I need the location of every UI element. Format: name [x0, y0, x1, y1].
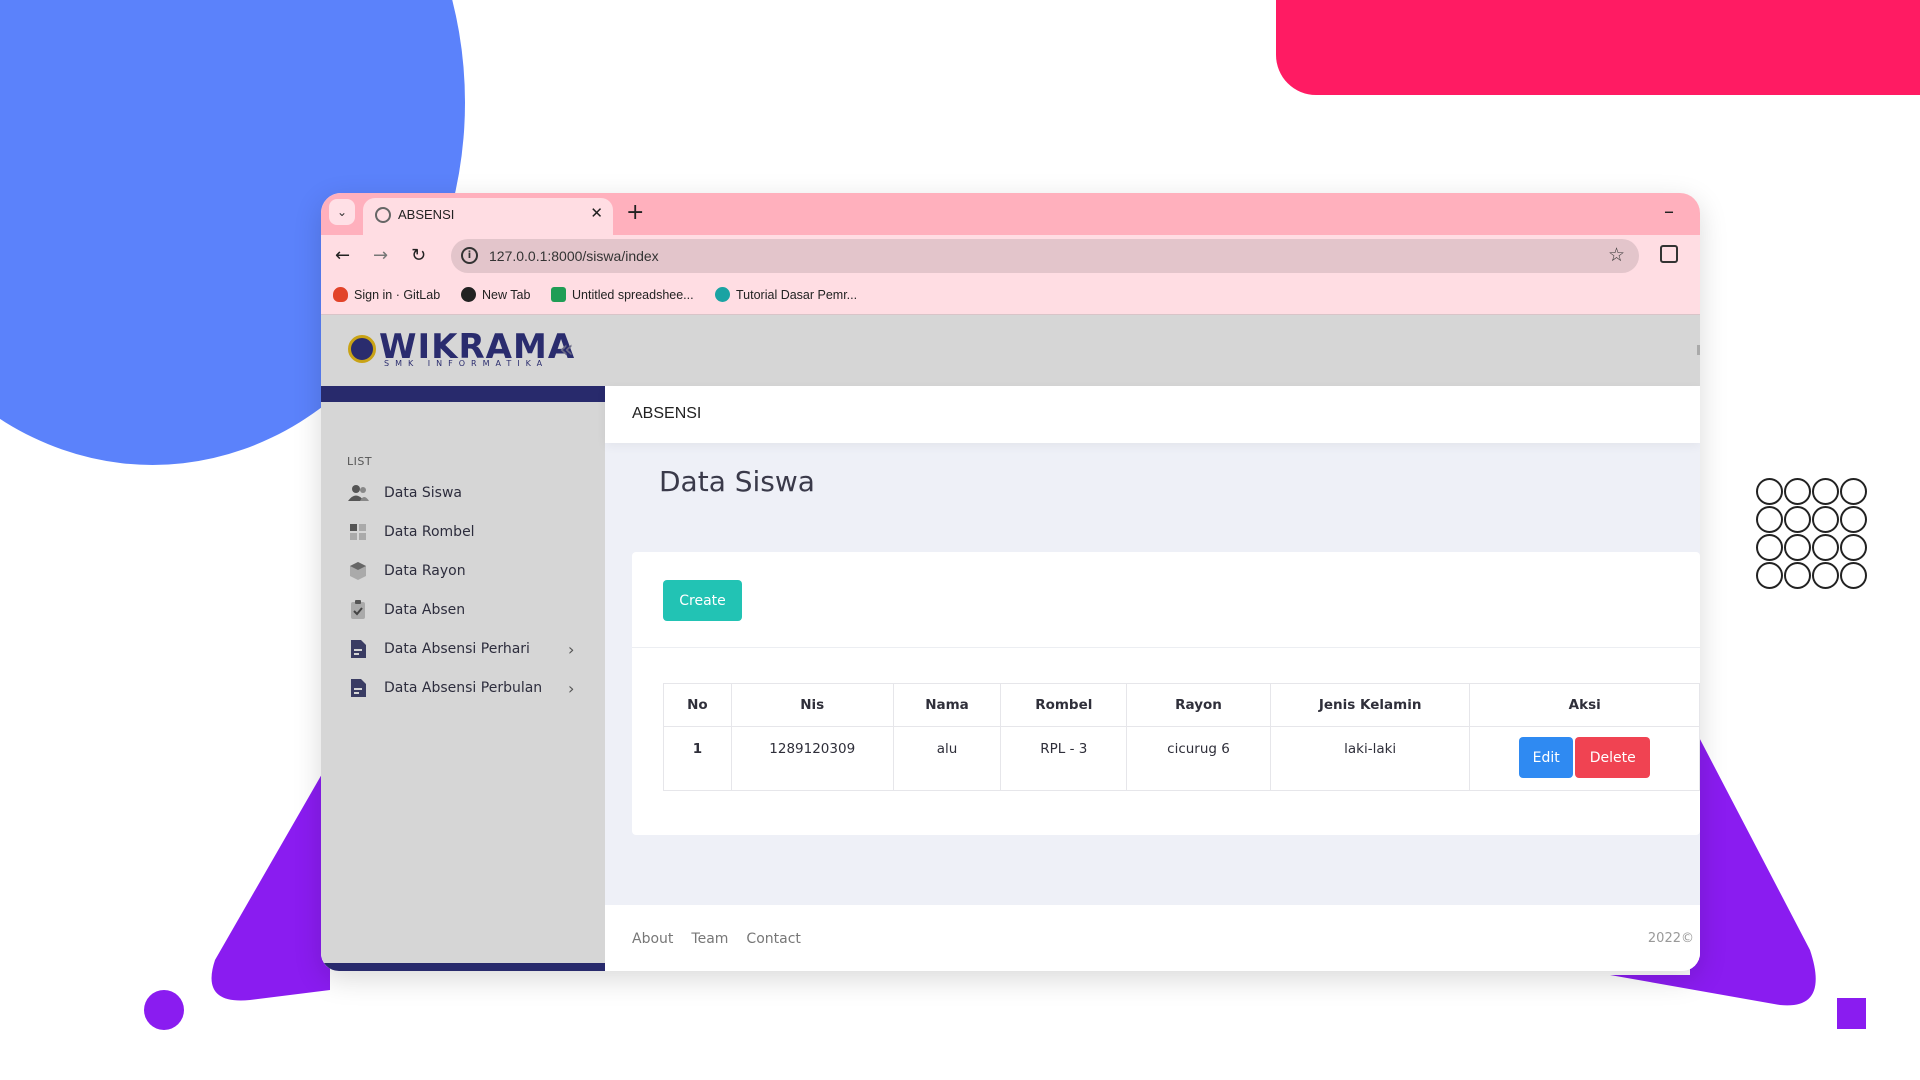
- decor-purple-dot: [144, 990, 184, 1030]
- document-icon: [351, 679, 366, 697]
- delete-button[interactable]: Delete: [1575, 737, 1651, 778]
- browser-window: ⌄ ABSENSI ✕ + – ← → ↻ i 127.0.0.1:8000/s…: [321, 193, 1700, 971]
- table-header-row: No Nis Nama Rombel Rayon Jenis Kelamin A…: [663, 683, 1700, 727]
- cell-rayon: cicurug 6: [1126, 726, 1271, 791]
- gitlab-icon: [333, 287, 348, 302]
- sidebar: LIST Data Siswa Data Rombel Data Rayon D…: [321, 386, 605, 971]
- column-header: Nama: [892, 683, 1002, 727]
- users-icon: [348, 485, 369, 501]
- column-header: Aksi: [1469, 683, 1700, 727]
- cube-icon: [350, 562, 366, 580]
- column-header: No: [663, 683, 732, 727]
- bookmark-new-tab[interactable]: New Tab: [461, 287, 530, 302]
- sidebar-heading: LIST: [347, 455, 373, 468]
- grid-icon: [350, 524, 366, 540]
- bookmark-tutorial[interactable]: Tutorial Dasar Pemr...: [715, 287, 857, 302]
- sidebar-item-data-rombel[interactable]: Data Rombel: [321, 512, 605, 552]
- sidebar-item-data-rayon[interactable]: Data Rayon: [321, 551, 605, 591]
- sidebar-item-data-absensi-perhari[interactable]: Data Absensi Perhari ›: [321, 629, 605, 669]
- bookmark-spreadsheet[interactable]: Untitled spreadshee...: [551, 287, 694, 302]
- url-bar[interactable]: i 127.0.0.1:8000/siswa/index ☆: [451, 239, 1639, 273]
- globe-icon: [461, 287, 476, 302]
- document-icon: [351, 640, 366, 658]
- cell-jenis-kelamin: laki-laki: [1269, 726, 1471, 791]
- table-row: 1 1289120309 alu RPL - 3 cicurug 6 laki-…: [663, 726, 1700, 791]
- column-header: Nis: [730, 683, 894, 727]
- cell-nis: 1289120309: [730, 726, 894, 791]
- star-icon[interactable]: ☆: [1608, 244, 1625, 266]
- collapse-sidebar-icon[interactable]: «: [559, 335, 574, 363]
- footer-link-contact[interactable]: Contact: [746, 931, 800, 947]
- close-icon[interactable]: ✕: [590, 204, 603, 222]
- create-button[interactable]: Create: [663, 580, 742, 621]
- sidebar-item-data-absen[interactable]: Data Absen: [321, 590, 605, 630]
- sidebar-item-data-absensi-perbulan[interactable]: Data Absensi Perbulan ›: [321, 668, 605, 708]
- clipboard-icon: [351, 600, 365, 619]
- cell-no: 1: [663, 726, 732, 791]
- tab-absensi[interactable]: ABSENSI ✕: [363, 198, 613, 235]
- logo-subtext: SMK INFORMATIKA: [384, 359, 549, 368]
- school-emblem-icon: [348, 335, 376, 363]
- data-card: Create No Nis Nama Rombel Rayon Jenis Ke…: [632, 552, 1700, 835]
- url-text[interactable]: 127.0.0.1:8000/siswa/index: [489, 248, 659, 264]
- breadcrumb: ABSENSI: [632, 405, 702, 422]
- footer-link-team[interactable]: Team: [691, 931, 728, 947]
- sidebar-item-label: Data Rombel: [384, 524, 475, 540]
- footer-links: About Team Contact: [632, 931, 801, 947]
- reload-icon[interactable]: ↻: [411, 245, 426, 266]
- siswa-table: No Nis Nama Rombel Rayon Jenis Kelamin A…: [663, 683, 1700, 791]
- bookmark-label: Tutorial Dasar Pemr...: [736, 287, 858, 302]
- sidebar-item-label: Data Siswa: [384, 485, 462, 501]
- sidebar-bottom-bar: [321, 963, 605, 971]
- tab-search-dropdown[interactable]: ⌄: [329, 199, 355, 225]
- page-title: Data Siswa: [659, 465, 815, 498]
- sidebar-item-label: Data Absensi Perhari: [384, 641, 530, 657]
- app-viewport: WIKRAMA SMK INFORMATIKA « LIST Data Sisw…: [321, 315, 1700, 971]
- bookmark-label: Untitled spreadshee...: [572, 287, 694, 302]
- chevron-right-icon: ›: [568, 678, 575, 698]
- globe-icon: [375, 207, 391, 223]
- address-bar-row: ← → ↻ i 127.0.0.1:8000/siswa/index ☆: [321, 235, 1700, 277]
- app-header: WIKRAMA SMK INFORMATIKA «: [321, 315, 1700, 386]
- sidebar-item-data-siswa[interactable]: Data Siswa: [321, 473, 605, 513]
- bookmarks-bar: Sign in · GitLab New Tab Untitled spread…: [321, 277, 1700, 315]
- sidebar-item-label: Data Absensi Perbulan: [384, 680, 543, 696]
- site-icon: [715, 287, 730, 302]
- back-arrow-icon[interactable]: ←: [335, 245, 350, 266]
- chevron-down-icon: ⌄: [336, 205, 348, 219]
- bookmark-label: Sign in · GitLab: [354, 287, 441, 302]
- header-edge: [1697, 345, 1700, 355]
- cell-aksi: Edit Delete: [1469, 726, 1700, 791]
- copyright: 2022©: [1647, 931, 1694, 946]
- footer: About Team Contact 2022©: [605, 905, 1700, 971]
- decor-purple-square: [1837, 998, 1866, 1029]
- sidebar-item-label: Data Absen: [384, 602, 466, 618]
- sheets-icon: [551, 287, 566, 302]
- extensions-icon[interactable]: [1660, 245, 1678, 263]
- site-info-icon[interactable]: i: [461, 247, 478, 264]
- presentation-slide: ⌄ ABSENSI ✕ + – ← → ↻ i 127.0.0.1:8000/s…: [0, 0, 1920, 1080]
- bookmark-gitlab[interactable]: Sign in · GitLab: [333, 287, 440, 302]
- content-topbar: ABSENSI: [605, 386, 1700, 443]
- column-header: Jenis Kelamin: [1269, 683, 1471, 727]
- chevron-right-icon: ›: [568, 639, 575, 659]
- forward-arrow-icon[interactable]: →: [373, 245, 388, 266]
- cell-nama: alu: [892, 726, 1002, 791]
- column-header: Rayon: [1126, 683, 1271, 727]
- footer-link-about[interactable]: About: [632, 931, 673, 947]
- new-tab-button[interactable]: +: [626, 200, 644, 225]
- sidebar-item-label: Data Rayon: [384, 563, 466, 579]
- minimize-button[interactable]: –: [1664, 199, 1674, 223]
- wikrama-logo[interactable]: WIKRAMA SMK INFORMATIKA: [348, 329, 575, 368]
- tab-title: ABSENSI: [398, 207, 455, 222]
- tab-bar: ⌄ ABSENSI ✕ + –: [321, 193, 1700, 235]
- edit-button[interactable]: Edit: [1519, 737, 1574, 778]
- bookmark-label: New Tab: [482, 287, 531, 302]
- cell-rombel: RPL - 3: [1000, 726, 1128, 791]
- card-divider: [632, 647, 1700, 648]
- sidebar-accent-bar: [321, 386, 605, 402]
- column-header: Rombel: [1000, 683, 1128, 727]
- decor-circle-grid: [1756, 478, 1870, 589]
